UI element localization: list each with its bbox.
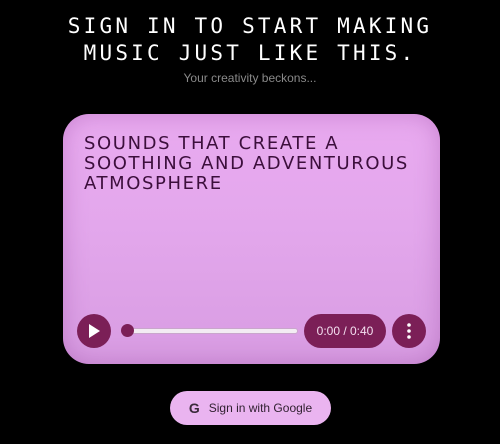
more-vertical-icon <box>407 323 411 339</box>
sign-in-with-google-button[interactable]: G Sign in with Google <box>170 391 331 425</box>
seek-handle[interactable] <box>121 324 134 337</box>
google-icon: G <box>188 400 200 416</box>
music-sample-card: SOUNDS THAT CREATE A SOOTHING AND ADVENT… <box>63 114 440 364</box>
sample-description: SOUNDS THAT CREATE A SOOTHING AND ADVENT… <box>84 133 409 194</box>
play-icon <box>89 324 100 338</box>
page-headline: SIGN IN TO START MAKING MUSIC JUST LIKE … <box>0 13 500 67</box>
audio-player: 0:00 / 0:40 <box>77 314 426 350</box>
play-button[interactable] <box>77 314 111 348</box>
headline-line-2: MUSIC JUST LIKE THIS. <box>83 41 417 65</box>
seek-bar[interactable] <box>126 328 298 334</box>
headline-line-1: SIGN IN TO START MAKING <box>67 14 433 38</box>
sign-in-label: Sign in with Google <box>208 401 313 415</box>
more-options-button[interactable] <box>392 314 426 348</box>
page-subtitle: Your creativity beckons... <box>183 71 317 85</box>
time-display: 0:00 / 0:40 <box>304 314 386 348</box>
